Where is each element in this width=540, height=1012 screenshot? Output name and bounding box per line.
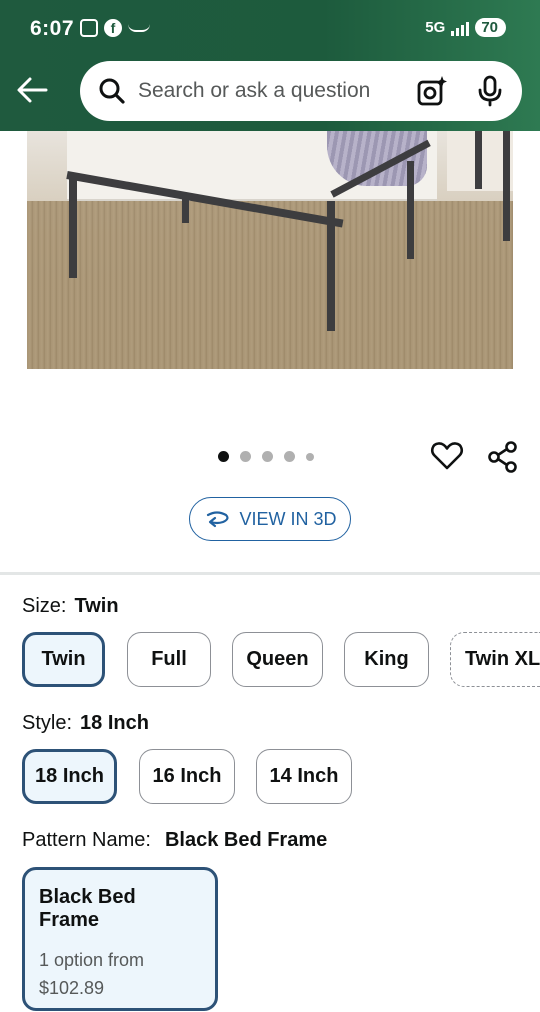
pattern-card-title: Black Bed Frame: [39, 886, 136, 931]
share-icon[interactable]: [486, 440, 520, 474]
size-label: Size:: [22, 595, 67, 617]
battery-level: 70: [475, 18, 506, 37]
product-image[interactable]: [27, 131, 513, 369]
style-option-14-inch[interactable]: 14 Inch: [256, 749, 352, 804]
microphone-icon[interactable]: [476, 75, 504, 107]
rotate-3d-icon: [207, 511, 230, 528]
style-label-row: Style: 18 Inch: [22, 712, 149, 735]
search-input[interactable]: Search or ask a question: [138, 79, 416, 103]
screenshot-icon: [80, 19, 98, 37]
signal-icon: [451, 20, 470, 36]
pager-dot[interactable]: [284, 451, 295, 462]
status-time: 6:07: [30, 17, 75, 40]
pager-dot[interactable]: [218, 451, 229, 462]
size-option-queen[interactable]: Queen: [232, 632, 323, 687]
status-bar: 6:07 f 5G 70: [0, 0, 540, 58]
style-label: Style:: [22, 712, 73, 734]
style-selected-value: 18 Inch: [80, 712, 149, 734]
pattern-label: Pattern Name:: [22, 829, 151, 851]
pager-dot[interactable]: [306, 452, 314, 461]
search-bar[interactable]: Search or ask a question: [80, 61, 522, 121]
rug-area: [27, 201, 513, 369]
pattern-card-price: $102.89: [39, 978, 105, 998]
network-type: 5G: [425, 19, 446, 36]
app-header: 6:07 f 5G 70 Search or ask a question: [0, 0, 540, 131]
heart-icon[interactable]: [430, 439, 464, 473]
search-icon: [99, 78, 125, 104]
back-arrow-icon[interactable]: [16, 76, 50, 104]
size-option-full[interactable]: Full: [127, 632, 211, 687]
pattern-selected-value: Black Bed Frame: [164, 829, 328, 851]
view-in-3d-button[interactable]: VIEW IN 3D: [189, 497, 351, 541]
pattern-option-black-bed-frame[interactable]: Black Bed Frame 1 option from $102.89: [22, 867, 218, 1011]
size-label-row: Size: Twin: [22, 595, 119, 618]
camera-lens-icon[interactable]: [416, 75, 448, 107]
size-option-king[interactable]: King: [344, 632, 429, 687]
style-option-18-inch[interactable]: 18 Inch: [22, 749, 117, 804]
pattern-card-options-text: 1 option from: [39, 950, 145, 970]
pager-dot[interactable]: [240, 451, 251, 462]
size-option-twin[interactable]: Twin: [22, 632, 105, 687]
facebook-icon: f: [104, 19, 122, 37]
pattern-card-options: 1 option from $102.89: [39, 946, 201, 1002]
status-right: 5G 70: [425, 18, 506, 37]
pager-dot[interactable]: [262, 451, 273, 462]
pattern-label-row: Pattern Name: Black Bed Frame: [22, 829, 327, 852]
size-option-twin-xl[interactable]: Twin XL: [450, 632, 540, 687]
status-notification-icons: f: [80, 19, 150, 37]
amazon-smile-icon: [128, 24, 150, 32]
style-option-16-inch[interactable]: 16 Inch: [139, 749, 235, 804]
size-selected-value: Twin: [74, 595, 119, 617]
section-divider: [0, 572, 540, 575]
view-in-3d-label: VIEW IN 3D: [239, 508, 337, 529]
image-pager[interactable]: [218, 451, 314, 462]
